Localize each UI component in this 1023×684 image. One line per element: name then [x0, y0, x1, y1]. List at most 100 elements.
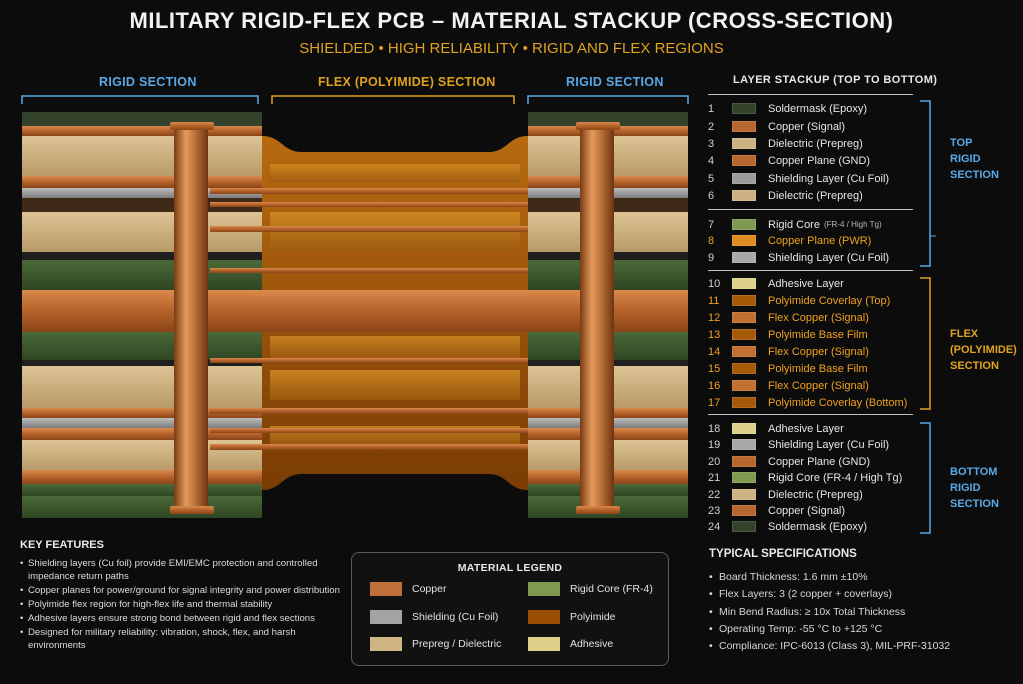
layer-label: Flex Copper (Signal) — [768, 311, 869, 324]
layer-number: 24 — [708, 520, 721, 533]
layer-swatch — [732, 252, 756, 263]
layer-number: 13 — [708, 328, 721, 341]
stackup-row: 12 Flex Copper (Signal) — [708, 309, 869, 326]
layer-swatch — [732, 190, 756, 201]
group-label-line: RIGID — [950, 482, 981, 494]
flex-bracket — [271, 95, 515, 104]
spec-item: Board Thickness: 1.6 mm ±10% — [709, 569, 950, 587]
stackup-row: 10 Adhesive Layer — [708, 275, 844, 292]
group-label-flex: FLEX (POLYIMIDE) SECTION — [950, 326, 1017, 374]
layer-label: Shielding Layer (Cu Foil) — [768, 172, 890, 185]
stackup-row: 3 Dielectric (Prepreg) — [708, 135, 863, 152]
layer-label: Soldermask (Epoxy) — [768, 520, 868, 533]
layer-label: Copper Plane (GND) — [768, 455, 871, 468]
layer-label: Polyimide Coverlay (Bottom) — [768, 396, 908, 409]
stackup-row: 18 Adhesive Layer — [708, 420, 844, 437]
layer-label: Soldermask (Epoxy) — [768, 102, 868, 115]
via-left — [170, 122, 214, 514]
rigid-right-bracket — [527, 95, 689, 104]
stackup-row: 5 Shielding Layer (Cu Foil) — [708, 170, 889, 187]
layer-label: Rigid Core (FR-4 / High Tg) — [768, 471, 903, 484]
page-subtitle: SHIELDED • HIGH RELIABILITY • RIGID AND … — [299, 40, 724, 57]
key-feature-item: Copper planes for power/ground for signa… — [20, 584, 355, 597]
layer-swatch — [732, 456, 756, 467]
group-label-line: SECTION — [950, 169, 999, 181]
stackup-row: 14 Flex Copper (Signal) — [708, 343, 869, 360]
section-label-rigid-right: RIGID SECTION — [566, 75, 664, 89]
key-features-list: Shielding layers (Cu foil) provide EMI/E… — [20, 557, 355, 653]
legend-swatch — [528, 637, 560, 651]
layer-number: 8 — [708, 234, 715, 247]
layer-swatch — [732, 329, 756, 340]
layer-swatch — [732, 219, 756, 230]
stackup-row: 21 Rigid Core (FR-4 / High Tg) — [708, 469, 902, 486]
legend-item-shielding: Shielding (Cu Foil) — [370, 610, 498, 624]
rigid-left-bracket — [21, 95, 259, 104]
legend-label: Rigid Core (FR-4) — [570, 583, 653, 595]
stackup-row: 13 Polyimide Base Film — [708, 326, 868, 343]
layer-label: Polyimide Base Film — [768, 328, 868, 341]
key-feature-item: Adhesive layers ensure strong bond betwe… — [20, 612, 355, 625]
stackup-row: 17 Polyimide Coverlay (Bottom) — [708, 394, 907, 411]
via-right — [576, 122, 620, 514]
layer-number: 11 — [708, 294, 720, 307]
stackup-row: 9 Shielding Layer (Cu Foil) — [708, 249, 889, 266]
stackup-row: 7 Rigid Core (FR-4 / High Tg) — [708, 216, 882, 233]
layer-number: 3 — [708, 137, 715, 150]
layer-number: 18 — [708, 422, 721, 435]
layer-number: 17 — [708, 396, 721, 409]
layer-number: 15 — [708, 362, 721, 375]
stackup-row: 2 Copper (Signal) — [708, 118, 845, 135]
layer-label-note: (FR-4 / High Tg) — [823, 220, 882, 229]
specs-title: TYPICAL SPECIFICATIONS — [709, 548, 857, 560]
legend-label: Prepreg / Dielectric — [412, 638, 502, 650]
group-label-line: FLEX — [950, 328, 979, 340]
layer-label: Copper Plane (GND) — [768, 154, 871, 167]
stackup-row: 19 Shielding Layer (Cu Foil) — [708, 436, 889, 453]
layer-swatch — [732, 505, 756, 516]
layer-swatch — [732, 121, 756, 132]
legend-label: Adhesive — [570, 638, 614, 650]
layer-swatch — [732, 346, 756, 357]
layer-label: Polyimide Base Film — [768, 362, 868, 375]
section-label-rigid-left: RIGID SECTION — [99, 75, 197, 89]
layer-label: Shielding Layer (Cu Foil) — [768, 251, 890, 264]
stackup-row: 16 Flex Copper (Signal) — [708, 377, 869, 394]
layer-swatch — [732, 380, 756, 391]
section-label-flex: FLEX (POLYIMIDE) SECTION — [318, 75, 496, 89]
layer-number: 14 — [708, 345, 721, 358]
layer-number: 20 — [708, 455, 721, 468]
stackup-row: 4 Copper Plane (GND) — [708, 152, 870, 169]
layer-swatch — [732, 363, 756, 374]
stackup-separator — [708, 414, 913, 415]
layer-swatch — [732, 489, 756, 500]
layer-number: 2 — [708, 120, 715, 133]
layer-number: 7 — [708, 218, 715, 231]
layer-swatch — [732, 423, 756, 434]
group-label-line: TOP — [950, 137, 973, 149]
layer-swatch — [732, 278, 756, 289]
group-label-line: SECTION — [950, 498, 999, 510]
stackup-row: 20 Copper Plane (GND) — [708, 453, 870, 470]
legend-item-adhesive: Adhesive — [528, 637, 613, 651]
layer-swatch — [732, 235, 756, 246]
group-label-line: BOTTOM — [950, 466, 998, 478]
layer-swatch — [732, 472, 756, 483]
stackup-row: 24 Soldermask (Epoxy) — [708, 518, 867, 535]
stackup-row: 8 Copper Plane (PWR) — [708, 232, 871, 249]
legend-swatch — [370, 582, 402, 596]
key-features-title: KEY FEATURES — [20, 539, 104, 551]
layer-label: Adhesive Layer — [768, 277, 844, 290]
stackup-row: 6 Dielectric (Prepreg) — [708, 187, 863, 204]
layer-number: 12 — [708, 311, 721, 324]
group-brackets — [920, 100, 936, 534]
specs-list: Board Thickness: 1.6 mm ±10% Flex Layers… — [709, 569, 950, 656]
key-feature-item: Designed for military reliability: vibra… — [20, 626, 355, 652]
legend-item-prepreg: Prepreg / Dielectric — [370, 637, 501, 651]
layer-label: Dielectric (Prepreg) — [768, 137, 863, 150]
layer-number: 6 — [708, 189, 715, 202]
spec-item: Operating Temp: -55 °C to +125 °C — [709, 621, 950, 639]
stackup-row: 1 Soldermask (Epoxy) — [708, 100, 867, 117]
layer-swatch — [732, 397, 756, 408]
layer-number: 4 — [708, 154, 715, 167]
